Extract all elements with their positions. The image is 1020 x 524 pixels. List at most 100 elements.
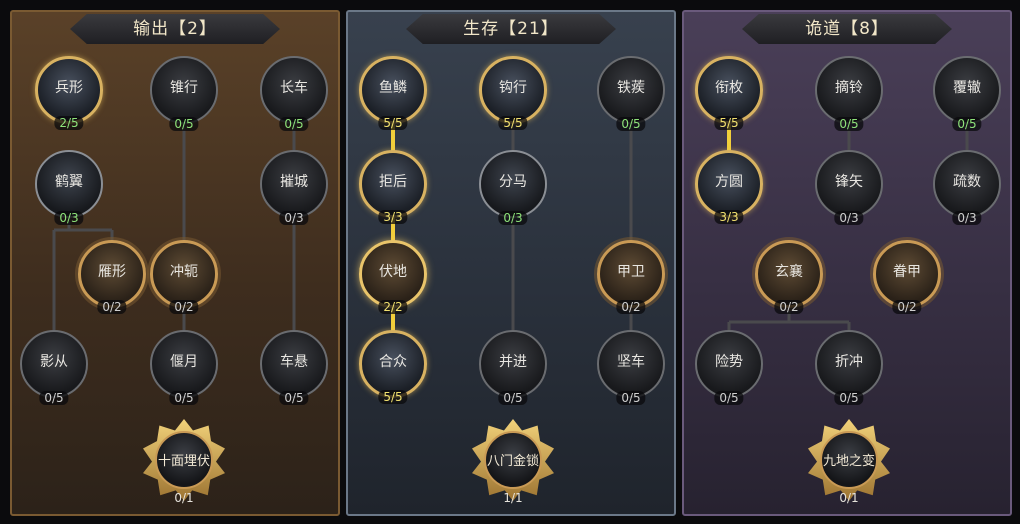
talent-name: 衔枚: [715, 80, 743, 96]
talent-count: 0/5: [169, 117, 199, 131]
talent-node[interactable]: 雁形 0/2: [78, 240, 146, 314]
talent-count: 2/2: [378, 300, 408, 314]
talent-count: 0/5: [498, 391, 528, 405]
talent-node[interactable]: 拒后 3/3: [359, 150, 427, 224]
panel-survival: 生存【21】 鱼鳞 5/5 钩行 5/5 铁蒺 0/5 拒后 3/3 分马 0/3 伏地 2…: [346, 10, 676, 516]
talent-name: 兵形: [55, 80, 83, 96]
talent-count: 0/3: [834, 211, 864, 225]
talent-count: 0/5: [616, 391, 646, 405]
talent-node[interactable]: 并进 0/5: [479, 330, 547, 405]
talent-count: 0/5: [834, 391, 864, 405]
talent-node[interactable]: 伏地 2/2: [359, 240, 427, 314]
talent-name: 鱼鳞: [379, 80, 407, 96]
talent-node[interactable]: 覆辙 0/5: [933, 56, 1001, 131]
panel-output: 输出【2】 兵形 2/5 锥行 0/5 长车 0/5 鹤翼 0/3 摧城 0/3 雁形 0/…: [10, 10, 340, 516]
talent-count: 5/5: [378, 390, 408, 404]
talent-count: 0/3: [952, 211, 982, 225]
talent-count: 3/3: [714, 210, 744, 224]
ultimate-count: 1/1: [503, 491, 523, 505]
talent-screen: 输出【2】 兵形 2/5 锥行 0/5 长车 0/5 鹤翼 0/3 摧城 0/3 雁形 0/…: [0, 0, 1020, 524]
talent-count: 0/3: [279, 211, 309, 225]
talent-name: 方圆: [715, 174, 743, 190]
talent-name: 雁形: [98, 264, 126, 280]
talent-count: 0/2: [97, 300, 127, 314]
talent-node[interactable]: 摧城 0/3: [260, 150, 328, 225]
talent-node[interactable]: 鱼鳞 5/5: [359, 56, 427, 130]
talent-name: 拒后: [379, 174, 407, 190]
talent-count: 0/5: [952, 117, 982, 131]
talent-name: 合众: [379, 354, 407, 370]
talent-node[interactable]: 锋矢 0/3: [815, 150, 883, 225]
talent-node[interactable]: 锥行 0/5: [150, 56, 218, 131]
ultimate-talent-node[interactable]: 八门金锁 1/1: [472, 419, 554, 505]
talent-name: 摧城: [280, 174, 308, 190]
talent-count: 0/5: [279, 391, 309, 405]
talent-count: 0/2: [616, 300, 646, 314]
talent-node[interactable]: 冲轭 0/2: [150, 240, 218, 314]
panel-trickery: 诡道【8】 衔枚 5/5 摘铃 0/5 覆辙 0/5 方圆 3/3 锋矢 0/3 疏数 0/…: [682, 10, 1012, 516]
talent-count: 0/5: [834, 117, 864, 131]
talent-count: 0/5: [279, 117, 309, 131]
talent-name: 坚车: [617, 354, 645, 370]
talent-name: 伏地: [379, 264, 407, 280]
ultimate-count: 0/1: [839, 491, 859, 505]
talent-node[interactable]: 偃月 0/5: [150, 330, 218, 405]
talent-name: 鹤翼: [55, 174, 83, 190]
talent-name: 钩行: [499, 80, 527, 96]
talent-count: 0/5: [39, 391, 69, 405]
talent-node[interactable]: 折冲 0/5: [815, 330, 883, 405]
talent-count: 0/5: [169, 391, 199, 405]
talent-count: 0/3: [498, 211, 528, 225]
talent-name: 车悬: [280, 354, 308, 370]
talent-node[interactable]: 疏数 0/3: [933, 150, 1001, 225]
talent-node[interactable]: 玄襄 0/2: [755, 240, 823, 314]
talent-node[interactable]: 车悬 0/5: [260, 330, 328, 405]
talent-name: 眷甲: [893, 264, 921, 280]
talent-count: 3/3: [378, 210, 408, 224]
talent-node[interactable]: 方圆 3/3: [695, 150, 763, 224]
talent-name: 甲卫: [617, 264, 645, 280]
talent-node[interactable]: 摘铃 0/5: [815, 56, 883, 131]
talent-node[interactable]: 险势 0/5: [695, 330, 763, 405]
talent-name: 长车: [280, 80, 308, 96]
talent-node[interactable]: 长车 0/5: [260, 56, 328, 131]
talent-count: 5/5: [498, 116, 528, 130]
talent-node[interactable]: 眷甲 0/2: [873, 240, 941, 314]
talent-node[interactable]: 钩行 5/5: [479, 56, 547, 130]
talent-node[interactable]: 鹤翼 0/3: [35, 150, 103, 225]
talent-count: 0/3: [54, 211, 84, 225]
talent-node[interactable]: 铁蒺 0/5: [597, 56, 665, 131]
talent-name: 冲轭: [170, 264, 198, 280]
talent-node[interactable]: 合众 5/5: [359, 330, 427, 404]
talent-name: 并进: [499, 354, 527, 370]
talent-count: 5/5: [378, 116, 408, 130]
talent-name: 险势: [715, 354, 743, 370]
ultimate-talent-node[interactable]: 十面埋伏 0/1: [143, 419, 225, 505]
ultimate-name: 八门金锁: [486, 454, 540, 469]
talent-count: 2/5: [54, 116, 84, 130]
talent-node[interactable]: 兵形 2/5: [35, 56, 103, 130]
talent-node[interactable]: 甲卫 0/2: [597, 240, 665, 314]
talent-node[interactable]: 坚车 0/5: [597, 330, 665, 405]
talent-node[interactable]: 分马 0/3: [479, 150, 547, 225]
talent-name: 分马: [499, 174, 527, 190]
talent-count: 0/2: [774, 300, 804, 314]
talent-name: 铁蒺: [617, 80, 645, 96]
talent-name: 折冲: [835, 354, 863, 370]
talent-name: 疏数: [953, 174, 981, 190]
talent-node[interactable]: 影从 0/5: [20, 330, 88, 405]
ultimate-talent-node[interactable]: 九地之变 0/1: [808, 419, 890, 505]
ultimate-name: 九地之变: [822, 454, 876, 469]
talent-name: 偃月: [170, 354, 198, 370]
talent-name: 影从: [40, 354, 68, 370]
talent-name: 覆辙: [953, 80, 981, 96]
talent-name: 摘铃: [835, 80, 863, 96]
talent-name: 锋矢: [835, 174, 863, 190]
ultimate-name: 十面埋伏: [157, 454, 211, 469]
talent-name: 玄襄: [775, 264, 803, 280]
talent-count: 0/2: [892, 300, 922, 314]
talent-count: 0/2: [169, 300, 199, 314]
talent-count: 0/5: [714, 391, 744, 405]
talent-node[interactable]: 衔枚 5/5: [695, 56, 763, 130]
ultimate-count: 0/1: [174, 491, 194, 505]
